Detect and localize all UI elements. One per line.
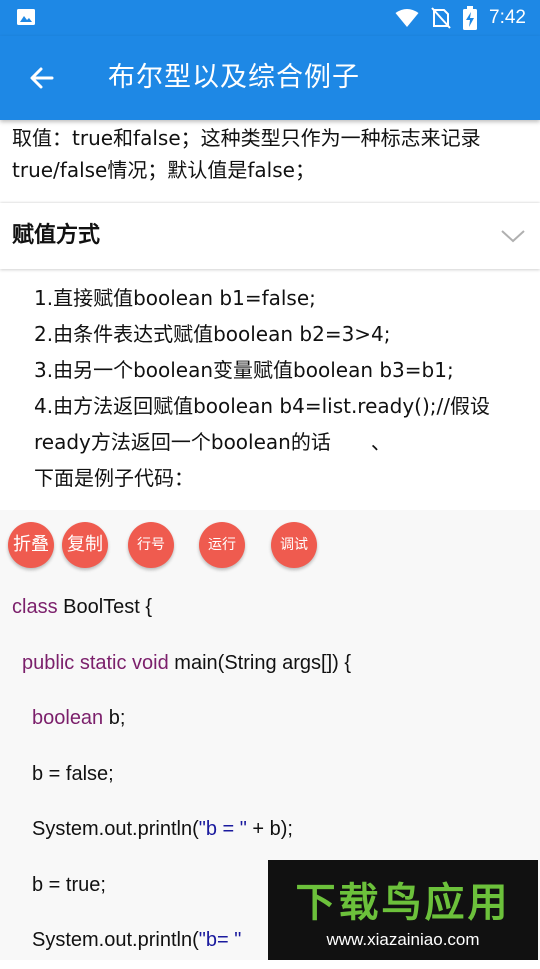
- code-keyword: boolean: [32, 707, 104, 729]
- debug-button[interactable]: 调试: [271, 522, 317, 568]
- method-item: 4.由方法返回赋值boolean b4=list.ready();//假设rea…: [34, 394, 491, 454]
- image-icon: [17, 9, 35, 25]
- arrow-back-icon[interactable]: [24, 60, 60, 96]
- assignment-methods: 1.直接赋值boolean b1=false; 2.由条件表达式赋值boolea…: [12, 280, 528, 496]
- code-text: System.out.println(: [32, 929, 199, 951]
- no-sim-icon: [431, 7, 451, 29]
- code-text: System.out.println(: [32, 818, 199, 840]
- app-bar: 布尔型以及综合例子: [0, 36, 540, 120]
- example-caption: 下面是例子代码：: [34, 466, 194, 490]
- page-title: 布尔型以及综合例子: [108, 62, 360, 93]
- code-text: main(String args[]) {: [168, 651, 352, 674]
- code-text: b;: [103, 707, 126, 729]
- code-line: class BoolTest {: [12, 580, 532, 636]
- status-icons: 7:42: [395, 0, 526, 36]
- watermark-name: 下载鸟应用: [295, 880, 511, 926]
- code-string: "b= ": [198, 929, 242, 951]
- code-line: public static void main(String args[]) {: [12, 636, 532, 692]
- code-keyword: class: [12, 596, 58, 618]
- line-numbers-button[interactable]: 行号: [128, 522, 174, 568]
- code-string: "b = ": [198, 818, 247, 840]
- battery-charging-icon: [463, 6, 478, 30]
- watermark-url: www.xiazainiao.com: [326, 930, 480, 949]
- code-text: + b);: [246, 818, 293, 840]
- status-bar: 7:42: [0, 0, 540, 36]
- code-text: BoolTest {: [57, 596, 153, 618]
- method-item: 3.由另一个boolean变量赋值boolean b3=b1;: [34, 358, 454, 382]
- section-title: 赋值方式: [12, 223, 101, 248]
- code-keyword: public static void: [22, 651, 169, 674]
- section-header-assignment[interactable]: 赋值方式: [0, 203, 540, 269]
- clock: 7:42: [489, 7, 526, 28]
- code-line: System.out.println("b = " + b);: [12, 802, 532, 858]
- copy-button[interactable]: 复制: [62, 522, 108, 568]
- run-button[interactable]: 运行: [199, 522, 245, 568]
- code-text: b = true;: [32, 873, 106, 896]
- wifi-icon: [395, 9, 419, 27]
- code-text: b = false;: [32, 762, 114, 785]
- code-line: boolean b;: [12, 691, 532, 747]
- intro-text: 取值：true和false；这种类型只作为一种标志来记录true/false情况…: [12, 126, 481, 182]
- method-item: 1.直接赋值boolean b1=false;: [34, 286, 316, 310]
- chevron-down-icon[interactable]: [500, 225, 526, 247]
- fold-button[interactable]: 折叠: [8, 522, 54, 568]
- method-item: 2.由条件表达式赋值boolean b2=3>4;: [34, 322, 391, 346]
- code-line: b = false;: [12, 747, 532, 803]
- watermark-logo: 下载鸟应用 www.xiazainiao.com: [268, 860, 538, 960]
